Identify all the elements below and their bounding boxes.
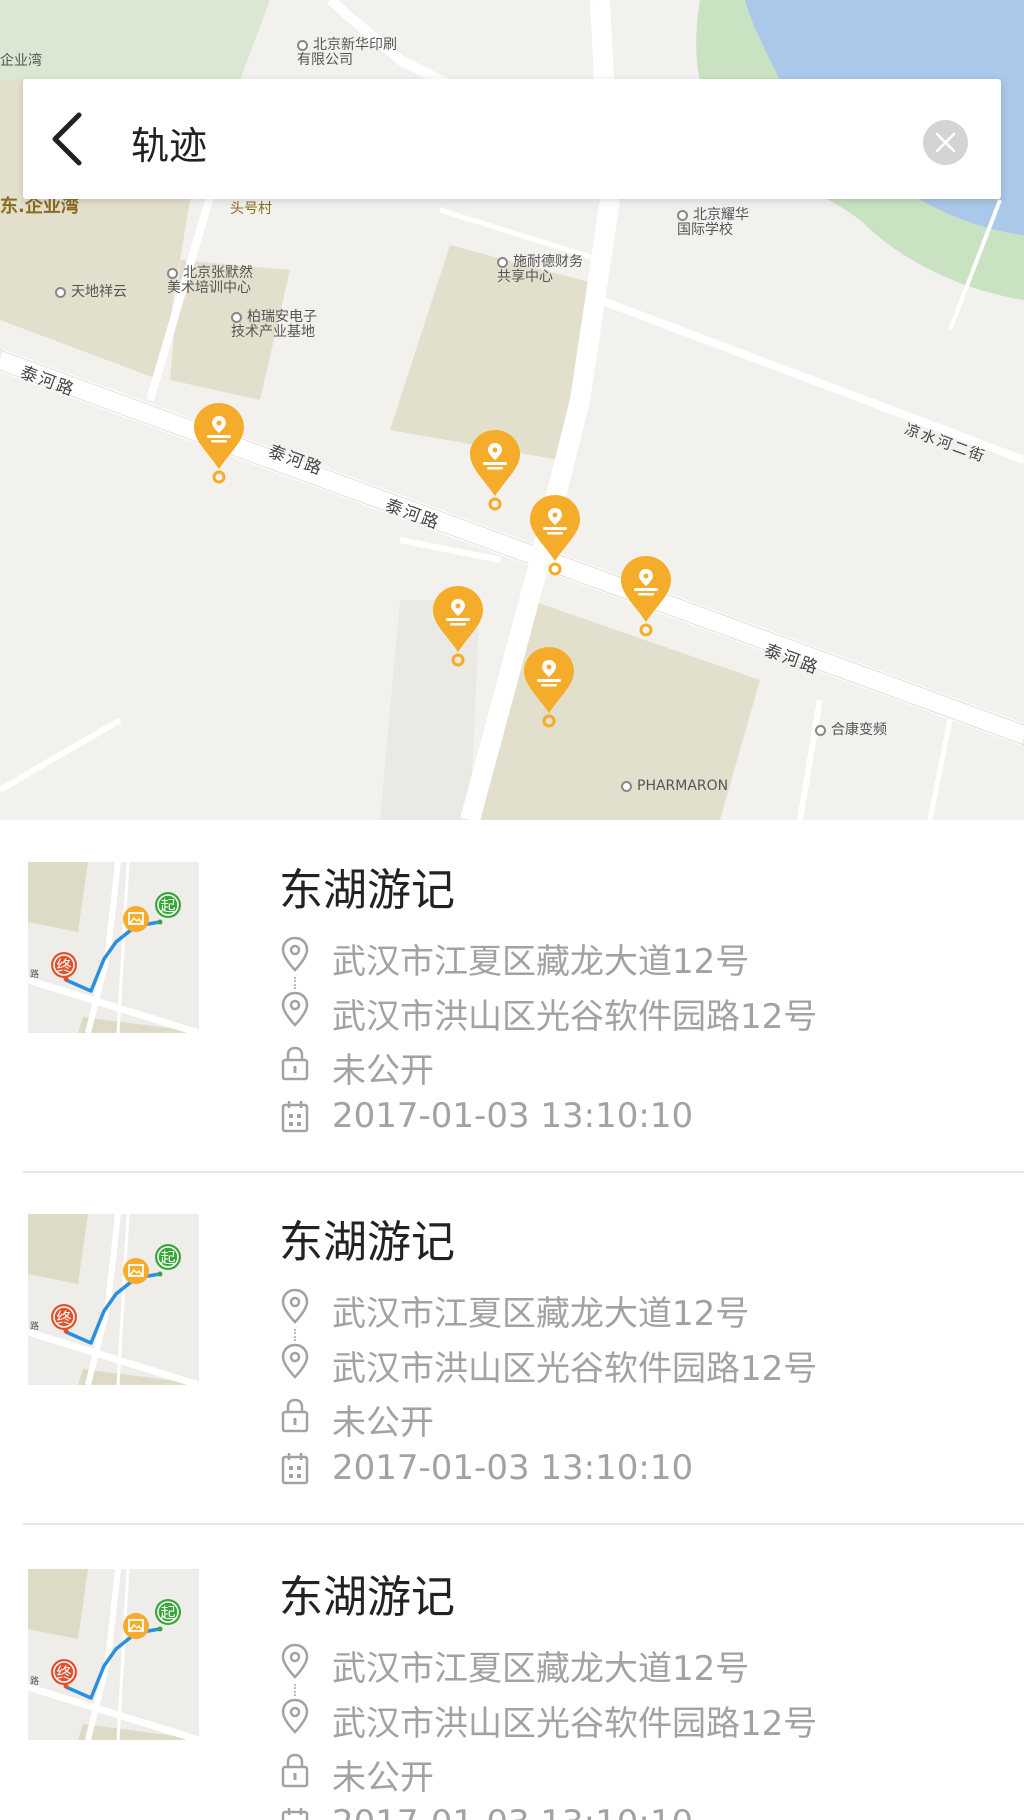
end-address-row: 武汉市洪山区光谷软件园路12号 — [279, 1696, 979, 1744]
close-icon — [935, 132, 956, 153]
trip-list-item[interactable]: 起 终 路 东湖游记 武汉市江夏区藏龙大道12号 武汉市洪山区光谷软件园路12号… — [0, 820, 1024, 1173]
location-pin-icon — [281, 1343, 309, 1379]
lock-icon — [281, 1046, 309, 1081]
divider — [23, 1523, 1024, 1525]
end-badge: 终 — [56, 957, 71, 975]
map-marker-icon[interactable] — [521, 645, 577, 729]
calendar-icon — [281, 1453, 309, 1485]
thumb-road-label: 路 — [30, 1675, 39, 1687]
start-badge: 起 — [160, 1249, 175, 1267]
trip-datetime: 2017-01-03 13:10:10 — [332, 1448, 694, 1488]
start-badge: 起 — [160, 1604, 175, 1622]
calendar-icon — [281, 1808, 309, 1820]
privacy-row: 未公开 — [279, 1750, 979, 1798]
map-marker-icon[interactable] — [191, 401, 247, 485]
start-address: 武汉市江夏区藏龙大道12号 — [332, 942, 750, 982]
map-marker-icon[interactable] — [618, 554, 674, 638]
chevron-left-icon — [52, 112, 82, 166]
route-connector — [294, 1684, 296, 1696]
start-address-row: 武汉市江夏区藏龙大道12号 — [279, 934, 979, 982]
calendar-icon — [281, 1101, 309, 1133]
trip-datetime: 2017-01-03 13:10:10 — [332, 1803, 693, 1820]
trip-list[interactable]: 起 终 路 东湖游记 武汉市江夏区藏龙大道12号 武汉市洪山区光谷软件园路12号… — [0, 820, 1024, 1820]
lock-icon — [281, 1398, 309, 1433]
trip-list-item[interactable]: 起 终 路 东湖游记 武汉市江夏区藏龙大道12号 武汉市洪山区光谷软件园路12号… — [0, 1172, 1024, 1525]
map-area-label: 东.企业湾 — [0, 196, 79, 217]
page-title: 轨迹 — [131, 124, 208, 168]
end-address: 武汉市洪山区光谷软件园路12号 — [332, 1349, 818, 1389]
map-poi-label: 北京张默然 美术培训中心 — [167, 265, 253, 296]
top-bar: 轨迹 — [23, 79, 1001, 199]
end-badge: 终 — [56, 1664, 71, 1682]
location-pin-icon — [281, 991, 309, 1027]
map-poi-label: 施耐德财务 共享中心 — [497, 254, 583, 285]
trip-datetime: 2017-01-03 13:10:10 — [332, 1096, 694, 1136]
end-address: 武汉市洪山区光谷软件园路12号 — [332, 1704, 818, 1744]
route-connector — [294, 977, 296, 989]
location-pin-icon — [281, 1698, 309, 1734]
map-marker-icon[interactable] — [430, 584, 486, 668]
datetime-row: 2017-01-03 13:10:10 — [279, 1803, 979, 1820]
thumb-road-label: 路 — [30, 968, 39, 980]
datetime-row: 2017-01-03 13:10:10 — [279, 1448, 979, 1488]
privacy-status: 未公开 — [332, 1758, 434, 1798]
map-poi-label: 北京耀华 国际学校 — [677, 207, 749, 238]
map-poi-label: 合康变频 — [815, 723, 887, 738]
end-address-row: 武汉市洪山区光谷软件园路12号 — [279, 989, 979, 1037]
start-address-row: 武汉市江夏区藏龙大道12号 — [279, 1286, 979, 1334]
map-poi-label: PHARMARON — [621, 779, 728, 794]
location-pin-icon — [281, 936, 309, 972]
back-button[interactable] — [43, 109, 93, 169]
trip-title: 东湖游记 — [279, 1572, 455, 1623]
location-pin-icon — [281, 1643, 309, 1679]
map-poi-label: 天地祥云 — [55, 285, 127, 300]
location-pin-icon — [281, 1288, 309, 1324]
trip-list-item[interactable]: 起 终 路 东湖游记 武汉市江夏区藏龙大道12号 武汉市洪山区光谷软件园路12号… — [0, 1527, 1024, 1820]
privacy-row: 未公开 — [279, 1043, 979, 1091]
trip-thumbnail: 起 终 路 — [28, 1569, 199, 1740]
start-badge: 起 — [160, 897, 175, 915]
privacy-status: 未公开 — [332, 1403, 434, 1443]
trip-title: 东湖游记 — [279, 865, 455, 916]
trip-title: 东湖游记 — [279, 1217, 455, 1268]
end-address-row: 武汉市洪山区光谷软件园路12号 — [279, 1341, 979, 1389]
trip-thumbnail: 起 终 路 — [28, 862, 199, 1033]
start-address: 武汉市江夏区藏龙大道12号 — [332, 1294, 750, 1334]
lock-icon — [281, 1753, 309, 1788]
route-connector — [294, 1329, 296, 1341]
privacy-row: 未公开 — [279, 1395, 979, 1443]
datetime-row: 2017-01-03 13:10:10 — [279, 1096, 979, 1136]
thumb-road-label: 路 — [30, 1320, 39, 1332]
map-marker-icon[interactable] — [467, 428, 523, 512]
trip-thumbnail: 起 终 路 — [28, 1214, 199, 1385]
end-badge: 终 — [56, 1309, 71, 1327]
privacy-status: 未公开 — [332, 1051, 434, 1091]
start-address-row: 武汉市江夏区藏龙大道12号 — [279, 1641, 979, 1689]
map-poi-label: 柏瑞安电子 技术产业基地 — [231, 309, 317, 340]
map-area-label: 企业湾 — [0, 53, 42, 69]
map-area-label: 头号村 — [230, 201, 272, 217]
close-button[interactable] — [923, 120, 968, 165]
map-marker-icon[interactable] — [527, 493, 583, 577]
start-address: 武汉市江夏区藏龙大道12号 — [332, 1649, 750, 1689]
end-address: 武汉市洪山区光谷软件园路12号 — [332, 997, 818, 1037]
map-poi-label: 北京新华印刷 有限公司 — [297, 37, 397, 68]
